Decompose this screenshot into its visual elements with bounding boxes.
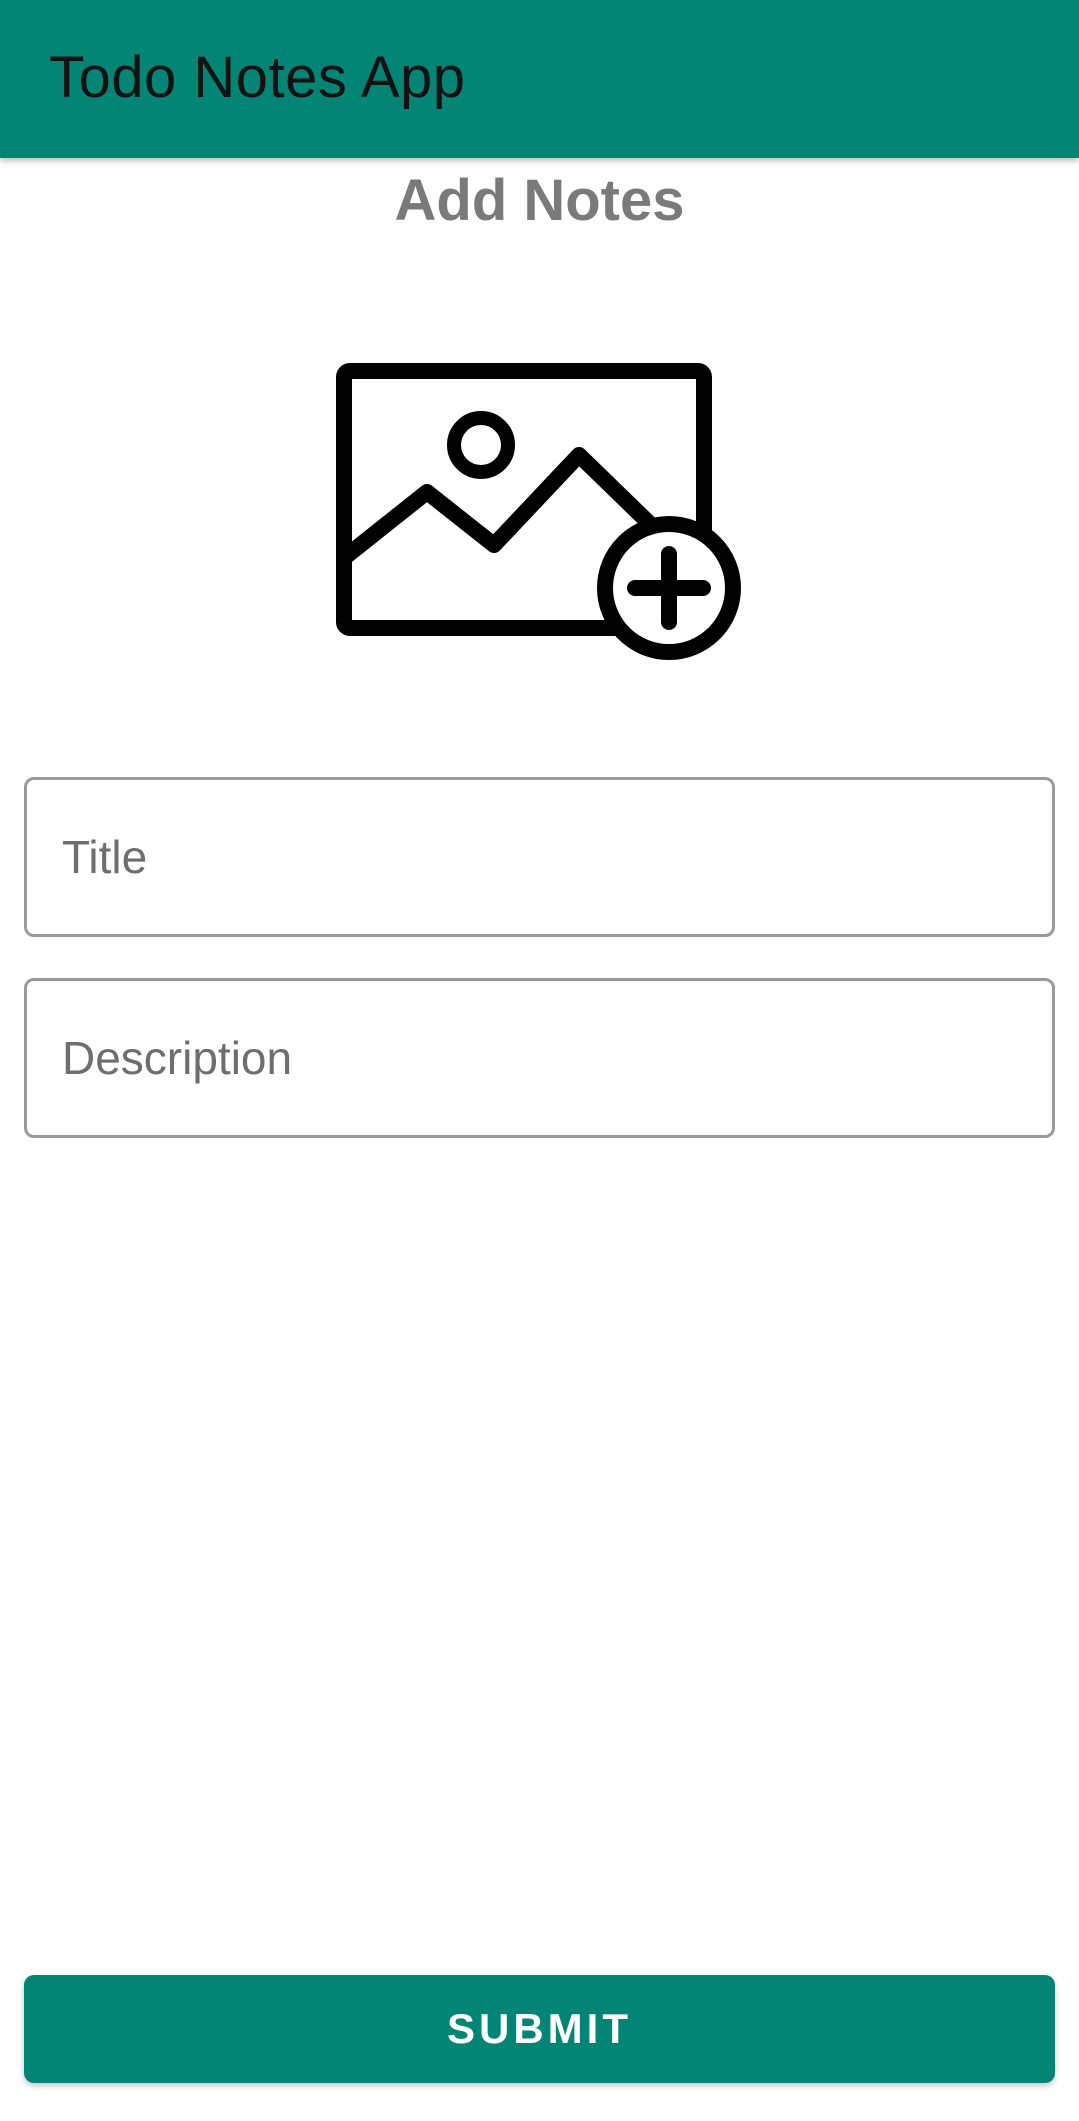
title-input[interactable] [27,780,1052,934]
title-field [24,777,1055,937]
page-title: Add Notes [394,168,685,233]
app-title: Todo Notes App [49,45,466,110]
app-bar: Todo Notes App [0,0,1079,158]
add-image-button[interactable] [331,358,747,666]
submit-button[interactable]: SUBMIT [24,1975,1055,2083]
description-input[interactable] [27,981,1052,1135]
add-notes-screen: Todo Notes App Add Notes SUBMIT [0,0,1079,2121]
description-field [24,978,1055,1138]
add-photo-icon [336,363,741,660]
